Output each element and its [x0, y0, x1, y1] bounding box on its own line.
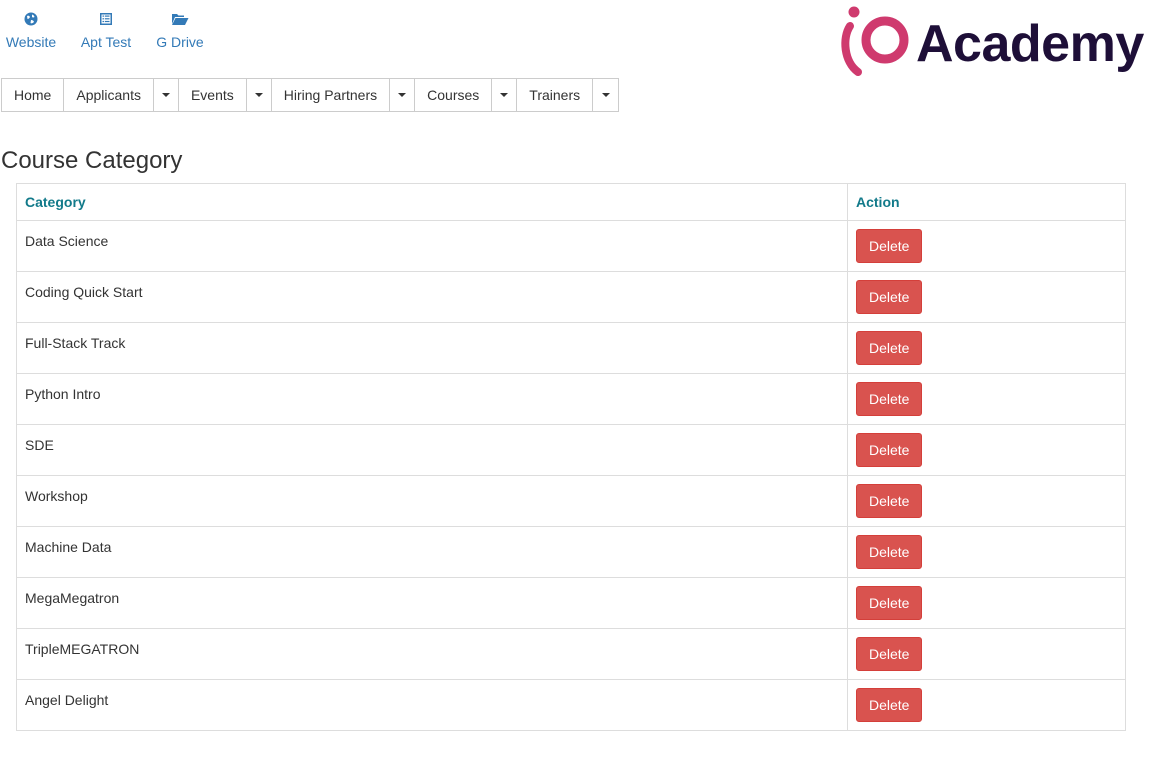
caret-down-icon — [500, 93, 509, 97]
delete-button[interactable]: Delete — [856, 433, 923, 467]
delete-button[interactable]: Delete — [856, 331, 923, 365]
nav-applicants-dropdown[interactable] — [153, 79, 179, 111]
nav-hiring-partners-dropdown[interactable] — [390, 79, 416, 111]
nav-events-dropdown[interactable] — [246, 79, 272, 111]
table-row: Coding Quick Start Delete — [16, 271, 1126, 323]
action-cell: Delete — [847, 526, 1126, 578]
action-cell: Delete — [847, 373, 1126, 425]
website-link[interactable]: Website — [5, 12, 57, 50]
action-cell: Delete — [847, 271, 1126, 323]
table-row: Machine Data Delete — [16, 526, 1126, 578]
action-cell: Delete — [847, 322, 1126, 374]
category-cell: Coding Quick Start — [16, 271, 848, 323]
category-cell: MegaMegatron — [16, 577, 848, 629]
table-row: Python Intro Delete — [16, 373, 1126, 425]
category-cell: Workshop — [16, 475, 848, 527]
io-academy-logo: Academy — [838, 4, 1144, 80]
g-drive-link[interactable]: G Drive — [155, 12, 205, 50]
delete-button[interactable]: Delete — [856, 535, 923, 569]
nav-hiring-partners[interactable]: Hiring Partners — [271, 79, 391, 111]
action-column-header: Action — [847, 183, 1126, 221]
table-row: SDE Delete — [16, 424, 1126, 476]
logo-wordmark: Academy — [916, 15, 1144, 73]
website-link-label: Website — [5, 34, 57, 50]
io-logo-mark — [841, 6, 909, 76]
action-cell: Delete — [847, 679, 1126, 731]
table-row: Full-Stack Track Delete — [16, 322, 1126, 374]
caret-down-icon — [161, 93, 170, 97]
delete-button[interactable]: Delete — [856, 229, 923, 263]
delete-button[interactable]: Delete — [856, 637, 923, 671]
nav-courses[interactable]: Courses — [415, 79, 493, 111]
category-cell: Data Science — [16, 220, 848, 272]
nav-courses-dropdown[interactable] — [492, 79, 518, 111]
delete-button[interactable]: Delete — [856, 280, 923, 314]
category-cell: Python Intro — [16, 373, 848, 425]
table-row: Workshop Delete — [16, 475, 1126, 527]
delete-button[interactable]: Delete — [856, 688, 923, 722]
delete-button[interactable]: Delete — [856, 586, 923, 620]
nav-home[interactable]: Home — [2, 79, 65, 111]
category-cell: Angel Delight — [16, 679, 848, 731]
caret-down-icon — [601, 93, 610, 97]
delete-button[interactable]: Delete — [856, 382, 923, 416]
apt-test-link[interactable]: Apt Test — [80, 12, 132, 50]
apt-test-link-label: Apt Test — [80, 34, 132, 50]
nav-trainers[interactable]: Trainers — [517, 79, 594, 111]
action-cell: Delete — [847, 577, 1126, 629]
nav-events[interactable]: Events — [178, 79, 247, 111]
table-row: Data Science Delete — [16, 220, 1126, 272]
category-cell: Full-Stack Track — [16, 322, 848, 374]
globe-icon — [5, 12, 57, 30]
table-row: MegaMegatron Delete — [16, 577, 1126, 629]
action-cell: Delete — [847, 424, 1126, 476]
action-cell: Delete — [847, 220, 1126, 272]
list-alt-icon — [80, 12, 132, 30]
course-category-table: Category Action Data Science Delete Codi… — [16, 183, 1126, 731]
action-cell: Delete — [847, 628, 1126, 680]
nav-trainers-dropdown[interactable] — [593, 79, 619, 111]
category-cell: TripleMEGATRON — [16, 628, 848, 680]
page-title: Course Category — [1, 147, 183, 174]
delete-button[interactable]: Delete — [856, 484, 923, 518]
category-cell: SDE — [16, 424, 848, 476]
g-drive-link-label: G Drive — [156, 34, 204, 50]
main-nav: Home Applicants Events Hiring Partners C… — [1, 78, 620, 112]
action-cell: Delete — [847, 475, 1126, 527]
folder-open-icon — [155, 12, 205, 30]
table-header-row: Category Action — [16, 183, 1126, 221]
caret-down-icon — [398, 93, 407, 97]
category-cell: Machine Data — [16, 526, 848, 578]
caret-down-icon — [254, 93, 263, 97]
table-row: TripleMEGATRON Delete — [16, 628, 1126, 680]
category-column-header: Category — [16, 183, 848, 221]
nav-applicants[interactable]: Applicants — [64, 79, 154, 111]
table-row: Angel Delight Delete — [16, 679, 1126, 731]
